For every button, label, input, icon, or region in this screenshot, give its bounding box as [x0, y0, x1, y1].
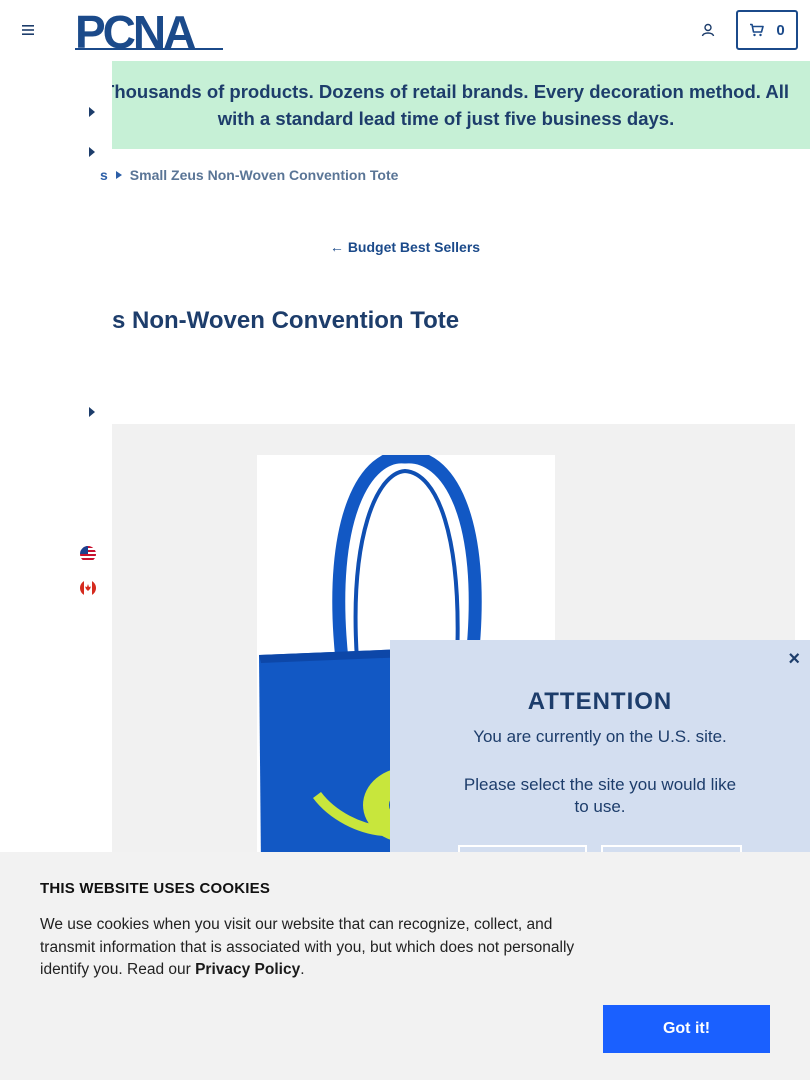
- modal-message: You are currently on the U.S. site.: [473, 727, 727, 746]
- page: PCNA 0 Thousands of products. Dozens of …: [0, 0, 810, 1080]
- account-button[interactable]: [697, 19, 719, 41]
- breadcrumb-current: Small Zeus Non-Woven Convention Tote: [129, 167, 399, 183]
- cookie-text: We use cookies when you visit our websit…: [40, 914, 600, 982]
- cookie-text-end: .: [300, 961, 305, 978]
- close-icon[interactable]: ×: [788, 648, 800, 671]
- modal-prompt: Please select the site you would like to…: [463, 775, 737, 816]
- modal-heading: ATTENTION: [527, 688, 673, 715]
- breadcrumb: s Small Zeus Non-Woven Convention Tote: [100, 167, 398, 183]
- arrow-left-icon: ←: [329, 239, 344, 255]
- cart-button[interactable]: 0: [736, 10, 798, 50]
- chevron-right-icon[interactable]: [88, 107, 96, 117]
- us-flag-icon[interactable]: [80, 546, 96, 562]
- promo-banner: Thousands of products. Dozens of retail …: [90, 61, 810, 149]
- chevron-right-icon[interactable]: [88, 147, 96, 157]
- pcna-logo-icon: PCNA: [75, 6, 223, 58]
- cookie-heading: THIS WEBSITE USES COOKIES: [40, 880, 271, 897]
- breadcrumb-link[interactable]: s: [100, 167, 108, 183]
- user-icon: [701, 23, 715, 37]
- back-link[interactable]: ← Budget Best Sellers: [0, 239, 810, 255]
- cookie-body: We use cookies when you visit our websit…: [40, 916, 575, 978]
- cart-count: 0: [776, 21, 785, 39]
- canada-flag-icon[interactable]: [80, 580, 96, 596]
- hamburger-icon: [22, 25, 34, 35]
- back-link-label[interactable]: Budget Best Sellers: [348, 239, 480, 255]
- hamburger-menu-button[interactable]: [18, 20, 38, 40]
- svg-text:PCNA: PCNA: [75, 10, 195, 52]
- promo-banner-text: Thousands of products. Dozens of retail …: [103, 81, 789, 129]
- cart-icon: [750, 23, 765, 37]
- product-title: eus Non-Woven Convention Tote: [84, 307, 460, 334]
- site-header: PCNA 0: [0, 0, 810, 61]
- accept-cookies-button[interactable]: Got it!: [603, 1005, 770, 1053]
- chevron-right-icon[interactable]: [88, 407, 96, 417]
- cookie-banner: THIS WEBSITE USES COOKIES We use cookies…: [0, 852, 810, 1080]
- pcna-logo[interactable]: PCNA: [75, 6, 225, 58]
- breadcrumb-caret-icon: [115, 171, 122, 179]
- privacy-policy-link[interactable]: Privacy Policy: [195, 961, 300, 978]
